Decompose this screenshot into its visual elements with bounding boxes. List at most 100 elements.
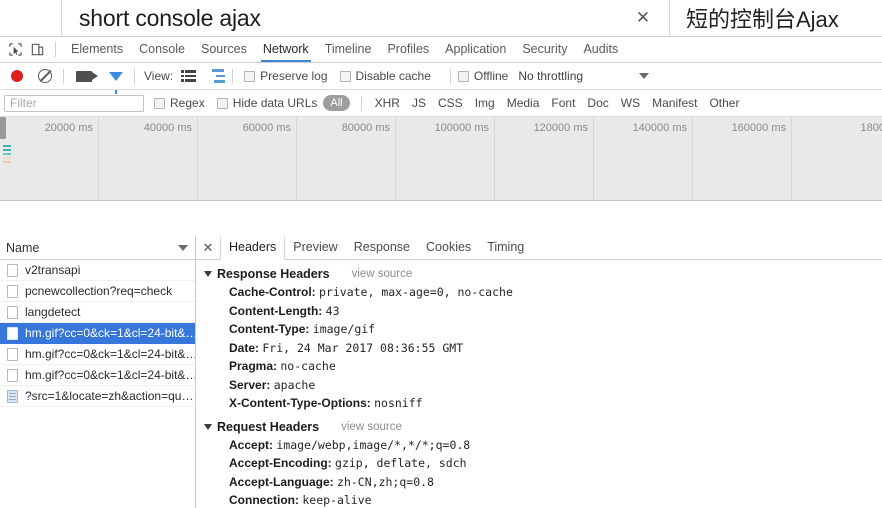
devtools-screenshot: short console ajax ✕ 短的控制台Ajax Elements [0, 0, 882, 508]
header-key: Server: [229, 377, 271, 392]
file-icon [7, 284, 18, 298]
header-value: private, max-age=0, no-cache [319, 285, 513, 299]
toolbar-divider-5 [449, 68, 451, 84]
filter-type-css[interactable]: CSS [432, 96, 469, 110]
checkbox-icon [339, 70, 351, 82]
tab-sources[interactable]: Sources [193, 38, 255, 61]
list-item-selected[interactable]: hm.gif?cc=0&ck=1&cl=24-bit&… [0, 323, 195, 344]
toolbar-divider [55, 42, 56, 57]
overview-tick: 80000 ms [297, 117, 396, 200]
tab-elements[interactable]: Elements [63, 38, 131, 61]
network-toolbar: View: Preserve log Disable cache Offline [0, 63, 882, 94]
filter-type-media[interactable]: Media [501, 96, 546, 110]
chevron-down-icon[interactable] [204, 423, 212, 430]
response-headers-section-title[interactable]: Response Headers view source [196, 267, 882, 281]
request-name: v2transapi [25, 263, 81, 277]
search-input[interactable] [4, 94, 144, 112]
header-row: Content-Type: image/gif [196, 320, 882, 339]
header-row: Accept-Encoding: gzip, deflate, sdch [196, 454, 882, 473]
chevron-down-icon[interactable] [178, 244, 188, 251]
hide-data-urls-checkbox[interactable]: Hide data URLs [216, 96, 317, 110]
header-key: Accept: [229, 437, 274, 452]
tab-audits[interactable]: Audits [575, 38, 626, 61]
checkbox-icon [457, 70, 469, 82]
filter-type-ws[interactable]: WS [615, 96, 646, 110]
checkbox-icon [154, 97, 165, 109]
list-item[interactable]: hm.gif?cc=0&ck=1&cl=24-bit&… [0, 344, 195, 365]
list-item[interactable]: v2transapi [0, 260, 195, 281]
filter-type-doc[interactable]: Doc [581, 96, 614, 110]
view-waterfall-icon[interactable] [212, 69, 226, 83]
section-label: Request Headers [217, 419, 320, 434]
request-name: hm.gif?cc=0&ck=1&cl=24-bit&… [25, 326, 195, 340]
file-icon [7, 326, 18, 340]
tab-application[interactable]: Application [437, 38, 514, 61]
network-overview[interactable]: 20000 ms 40000 ms 60000 ms 80000 ms 1000… [0, 117, 882, 201]
overview-tick: 60000 ms [198, 117, 297, 200]
tab-console[interactable]: Console [131, 38, 193, 61]
view-list-icon[interactable] [181, 70, 197, 82]
offline-checkbox[interactable]: Offline [457, 69, 508, 83]
filter-type-img[interactable]: Img [469, 96, 501, 110]
view-source-link[interactable]: view source [341, 421, 402, 433]
request-list[interactable]: v2transapi pcnewcollection?req=check lan… [0, 260, 195, 508]
file-icon [7, 305, 18, 319]
filter-toggle-button[interactable] [105, 65, 127, 94]
clear-icon [38, 69, 52, 83]
header-value: keep-alive [302, 493, 372, 507]
view-source-link[interactable]: view source [352, 268, 413, 280]
browser-titlebar: short console ajax ✕ 短的控制台Ajax [0, 0, 882, 36]
header-key: Connection: [229, 493, 299, 507]
tab-cookies[interactable]: Cookies [418, 237, 479, 258]
tab-timing[interactable]: Timing [479, 237, 532, 258]
filter-type-xhr[interactable]: XHR [369, 96, 406, 110]
regex-checkbox[interactable]: Regex [154, 96, 205, 110]
capture-screenshots-button[interactable] [73, 65, 98, 87]
tab-timeline[interactable]: Timeline [317, 38, 380, 61]
network-filterbar: Regex Hide data URLs All XHR JS CSS Img … [0, 90, 882, 117]
list-item[interactable]: langdetect [0, 302, 195, 323]
header-key: Accept-Encoding: [229, 456, 332, 470]
list-item[interactable]: hm.gif?cc=0&ck=1&cl=24-bit&… [0, 365, 195, 386]
toggle-device-toolbar-icon[interactable] [26, 39, 48, 61]
tab-profiles[interactable]: Profiles [379, 38, 437, 61]
header-row: X-Content-Type-Options: nosniff [196, 394, 882, 413]
tab-security[interactable]: Security [514, 38, 575, 61]
browser-tab[interactable]: short console ajax ✕ [62, 0, 670, 36]
list-item[interactable]: pcnewcollection?req=check [0, 281, 195, 302]
header-key: Content-Length: [229, 303, 323, 318]
tab-preview[interactable]: Preview [285, 237, 345, 258]
clear-button[interactable] [34, 65, 56, 87]
preserve-log-checkbox[interactable]: Preserve log [244, 69, 328, 83]
file-icon [7, 368, 18, 382]
list-item[interactable]: ?src=1&locate=zh&action=qu… [0, 386, 195, 407]
header-row: Date: Fri, 24 Mar 2017 08:36:55 GMT [196, 339, 882, 358]
filter-type-js[interactable]: JS [406, 96, 432, 110]
header-key: Date: [229, 340, 260, 355]
chevron-down-icon[interactable] [204, 271, 212, 277]
header-row: Accept: image/webp,image/*,*/*;q=0.8 [196, 436, 882, 455]
filter-type-manifest[interactable]: Manifest [646, 96, 703, 110]
header-value: 43 [325, 303, 340, 318]
filter-type-font[interactable]: Font [545, 96, 581, 110]
filter-type-other[interactable]: Other [703, 96, 745, 110]
close-icon[interactable]: ✕ [200, 240, 216, 256]
request-name: hm.gif?cc=0&ck=1&cl=24-bit&… [25, 347, 195, 361]
close-icon[interactable]: ✕ [635, 9, 651, 26]
inspect-element-icon[interactable] [4, 39, 26, 61]
browser-tab-title: short console ajax [79, 4, 261, 31]
tab-response[interactable]: Response [346, 237, 418, 258]
overview-tick: 160000 ms [693, 117, 792, 200]
filter-type-all[interactable]: All [323, 95, 350, 111]
header-value: image/gif [312, 322, 376, 336]
tab-network[interactable]: Network [255, 38, 317, 62]
column-header-name[interactable]: Name [0, 236, 195, 260]
chevron-down-icon[interactable] [639, 73, 650, 79]
camera-icon [76, 70, 98, 82]
request-headers-section-title[interactable]: Request Headers view source [196, 420, 882, 434]
tab-headers[interactable]: Headers [220, 236, 286, 260]
throttling-value[interactable]: No throttling [518, 69, 583, 83]
disable-cache-checkbox[interactable]: Disable cache [339, 69, 431, 83]
record-button[interactable] [6, 65, 28, 87]
header-value: apache [273, 377, 316, 392]
